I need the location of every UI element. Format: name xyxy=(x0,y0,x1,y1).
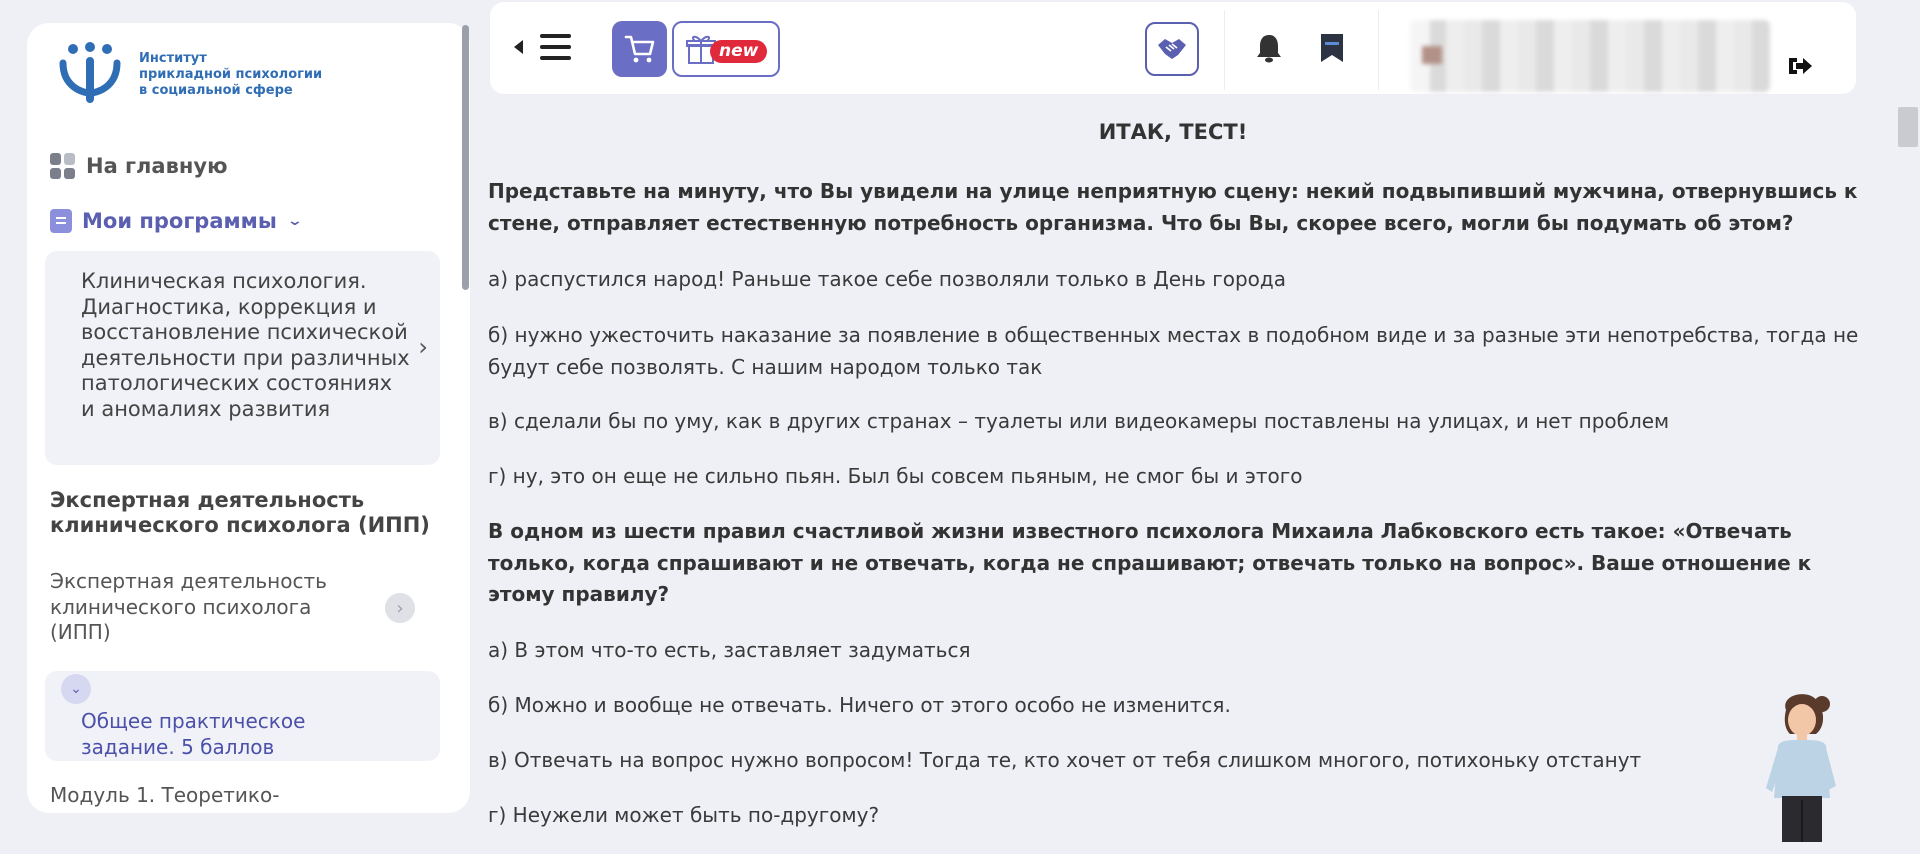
divider xyxy=(1378,10,1379,90)
answer-2a: а) В этом что-то есть, заставляет задума… xyxy=(488,638,971,662)
task-label: Общее практическое задание. 5 баллов xyxy=(81,709,306,759)
divider xyxy=(1224,10,1225,90)
nav-home[interactable]: На главную xyxy=(50,153,227,179)
handshake-icon xyxy=(1158,39,1186,59)
sidebar-item-module-1[interactable]: Модуль 1. Теоретико-методологические и xyxy=(50,783,380,813)
assistant-character-icon[interactable] xyxy=(1760,688,1842,842)
partnership-button[interactable] xyxy=(1145,22,1199,76)
home-grid-icon xyxy=(50,153,76,179)
gift-new-button[interactable]: new xyxy=(672,21,780,77)
program-card[interactable]: Клиническая психология. Диагностика, кор… xyxy=(45,251,440,465)
test-content: ИТАК, ТЕСТ! Представьте на минуту, что В… xyxy=(488,120,1863,827)
task-card[interactable]: ⌄ Общее практическое задание. 5 баллов xyxy=(45,671,440,761)
main-scrollbar[interactable] xyxy=(1898,107,1918,147)
answer-1a: а) распустился народ! Раньше такое себе … xyxy=(488,267,1286,291)
test-title: ИТАК, ТЕСТ! xyxy=(1098,120,1248,144)
cart-button[interactable] xyxy=(612,21,667,77)
cart-icon xyxy=(624,35,654,63)
sidebar-scrollbar[interactable] xyxy=(462,25,469,290)
bell-icon[interactable] xyxy=(1255,32,1283,64)
section-title: Экспертная деятельность клинического пси… xyxy=(50,488,430,537)
chevron-down-circle-icon[interactable]: ⌄ xyxy=(61,674,91,704)
answer-2b: б) Можно и вообще не отвечать. Ничего от… xyxy=(488,693,1231,717)
chevron-right-circle-icon[interactable]: › xyxy=(385,593,415,623)
answer-1b: б) нужно ужесточить наказание за появлен… xyxy=(488,323,1859,379)
answer-1d: г) ну, это он еще не сильно пьян. Был бы… xyxy=(488,464,1303,488)
chevron-down-icon: ⌄ xyxy=(286,213,303,229)
chevron-right-icon[interactable]: › xyxy=(418,333,428,361)
logo-text: Институт прикладной психологии в социаль… xyxy=(139,51,323,98)
user-profile-blurred[interactable] xyxy=(1410,20,1770,92)
menu-icon[interactable] xyxy=(540,34,571,67)
logout-icon[interactable] xyxy=(1786,54,1814,78)
question-2: В одном из шести правил счастливой жизни… xyxy=(488,519,1812,606)
sidebar-item-expert-activity[interactable]: Экспертная деятельность клинического пси… xyxy=(50,569,360,646)
new-badge: new xyxy=(710,40,768,63)
logo-icon xyxy=(59,42,121,103)
nav-my-programs[interactable]: Мои программы ⌄ xyxy=(50,209,303,233)
answer-2d: г) Неужели может быть по-другому? xyxy=(488,803,880,827)
answer-2c: в) Отвечать на вопрос нужно вопросом! То… xyxy=(488,748,1642,772)
program-card-title: Клиническая психология. Диагностика, кор… xyxy=(81,269,410,421)
question-1: Представьте на минуту, что Вы увидели на… xyxy=(488,179,1858,235)
answer-1c: в) сделали бы по уму, как в других стран… xyxy=(488,409,1670,433)
bookmark-icon[interactable] xyxy=(1319,32,1345,64)
nav-home-label: На главную xyxy=(86,154,228,178)
document-icon xyxy=(50,209,72,233)
caret-left-icon[interactable] xyxy=(514,40,523,54)
logo[interactable]: Институт прикладной психологии в социаль… xyxy=(57,41,322,105)
sidebar: Институт прикладной психологии в социаль… xyxy=(27,23,470,813)
nav-programs-label: Мои программы xyxy=(82,209,277,233)
top-bar: new xyxy=(490,2,1856,94)
